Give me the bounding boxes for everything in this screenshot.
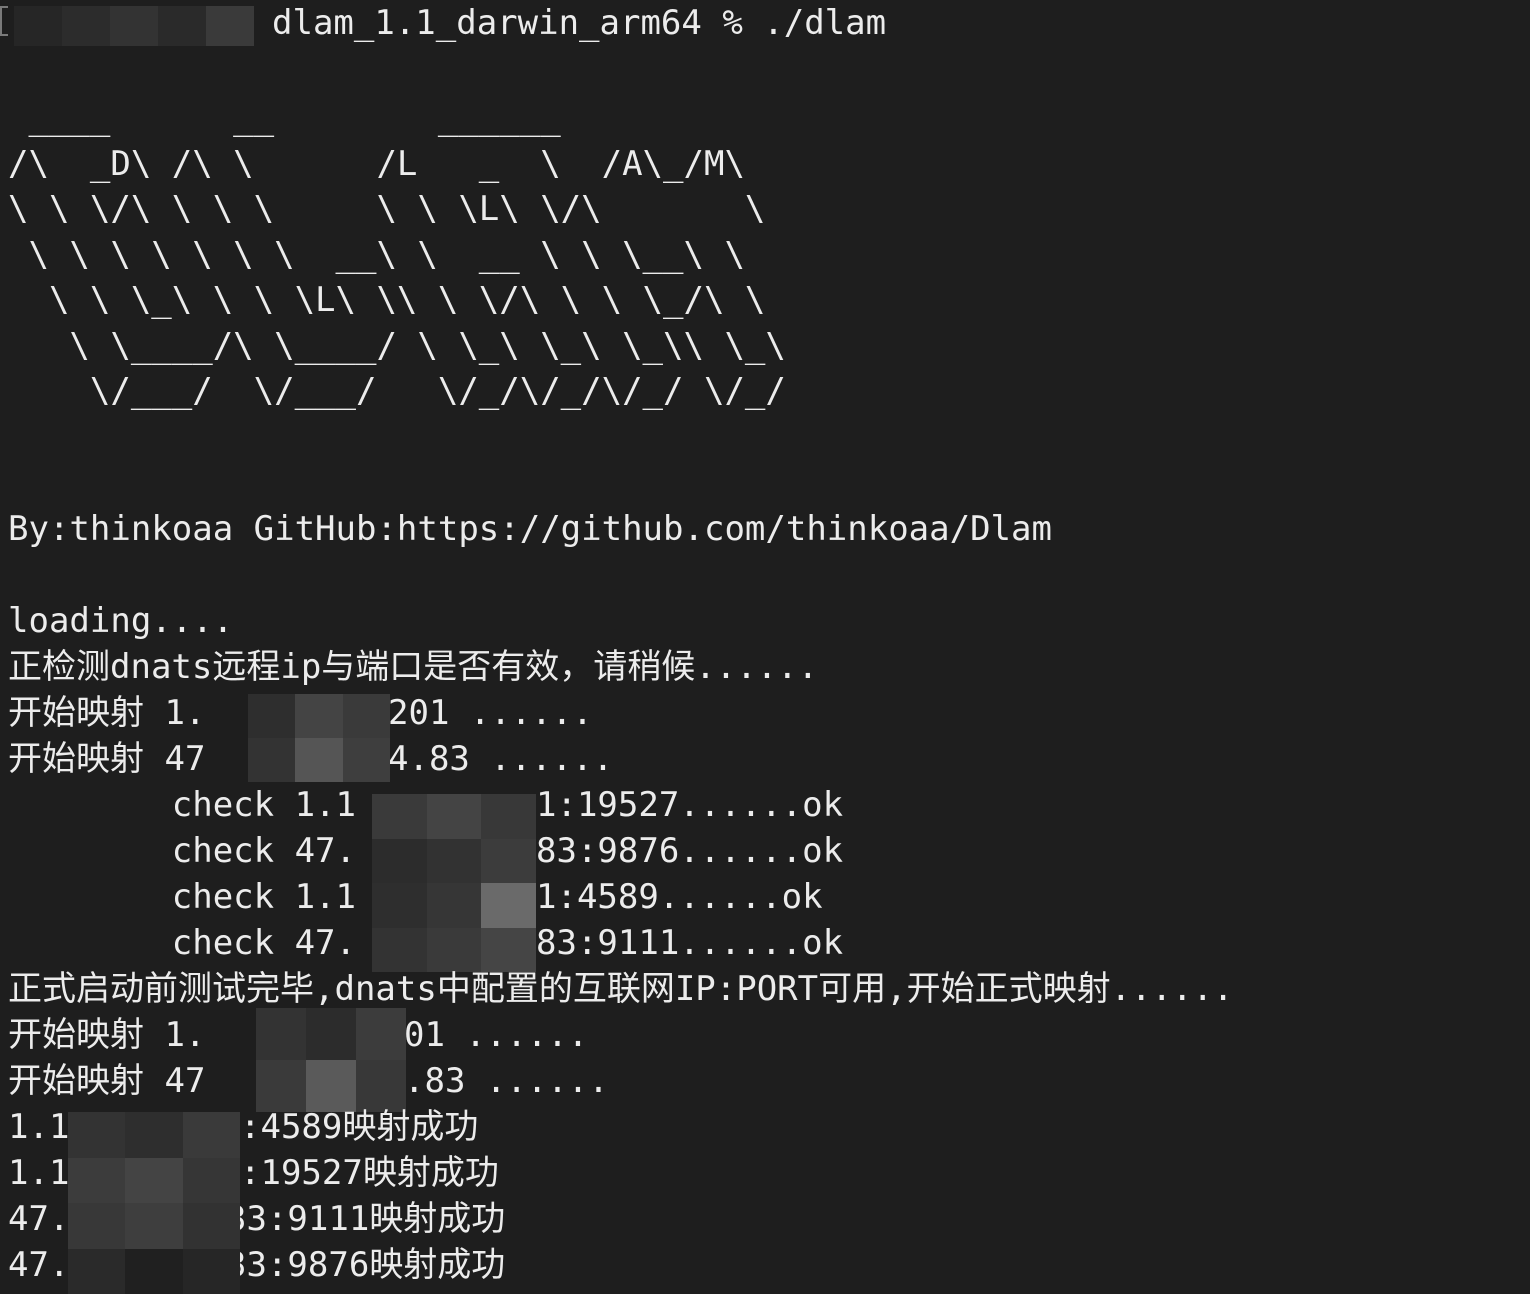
loading-line: loading.... [8, 601, 234, 641]
check-line-4: check 47. [8, 923, 356, 963]
prompt-command: dlam_1.1_darwin_arm64 % ./dlam [272, 3, 887, 43]
check-line-2-tail: 83:9876......ok [536, 831, 844, 871]
check-line-1-tail: 1:19527......ok [536, 785, 844, 825]
check-line-4-tail: 83:9111......ok [536, 923, 844, 963]
map-start-line-2-tail: 4.83 ...... [388, 739, 614, 779]
map-start-line-1: 开始映射 1. [8, 693, 206, 733]
map-start-line-3-tail: 01 ...... [404, 1015, 589, 1055]
terminal-window[interactable]: dlam_1.1_darwin_arm64 % ./dlam ____ __ _… [0, 0, 1530, 1294]
success-line-3: 47. [8, 1199, 70, 1239]
redacted-ip-blur-2 [372, 794, 536, 972]
checking-line: 正检测dnats远程ip与端口是否有效，请稍候...... [8, 647, 819, 687]
redacted-ip-blur-1 [248, 694, 390, 782]
success-line-1-tail: :4589映射成功 [240, 1107, 479, 1147]
success-line-2: 1.1 [8, 1153, 70, 1193]
check-line-1: check 1.1 [8, 785, 356, 825]
success-line-1: 1.1 [8, 1107, 70, 1147]
credits-line: By:thinkoaa GitHub:https://github.com/th… [8, 509, 1052, 549]
map-start-line-3: 开始映射 1. [8, 1015, 206, 1055]
check-line-3: check 1.1 [8, 877, 356, 917]
success-line-3-tail: 33:9111映射成功 [226, 1199, 506, 1239]
check-line-2: check 47. [8, 831, 356, 871]
success-line-4: 47. [8, 1245, 70, 1285]
check-line-3-tail: 1:4589......ok [536, 877, 823, 917]
map-start-line-1-tail: 201 ...... [388, 693, 593, 733]
success-line-4-tail: 33:9876映射成功 [226, 1245, 506, 1285]
redacted-ip-blur-4 [68, 1112, 240, 1294]
ascii-logo: ____ __ ______ /\ _D\ /\ \ /L _ \ /A\_/M… [8, 98, 786, 411]
test-done-line: 正式启动前测试完毕,dnats中配置的互联网IP:PORT可用,开始正式映射..… [8, 969, 1234, 1009]
prompt-marker-icon [0, 6, 8, 36]
success-line-2-tail: :19527映射成功 [240, 1153, 499, 1193]
map-start-line-4: 开始映射 47 [8, 1061, 206, 1101]
redacted-username-blur [14, 6, 254, 46]
map-start-line-4-tail: .83 ...... [404, 1061, 609, 1101]
map-start-line-2: 开始映射 47 [8, 739, 206, 779]
redacted-ip-blur-3 [256, 1008, 406, 1112]
